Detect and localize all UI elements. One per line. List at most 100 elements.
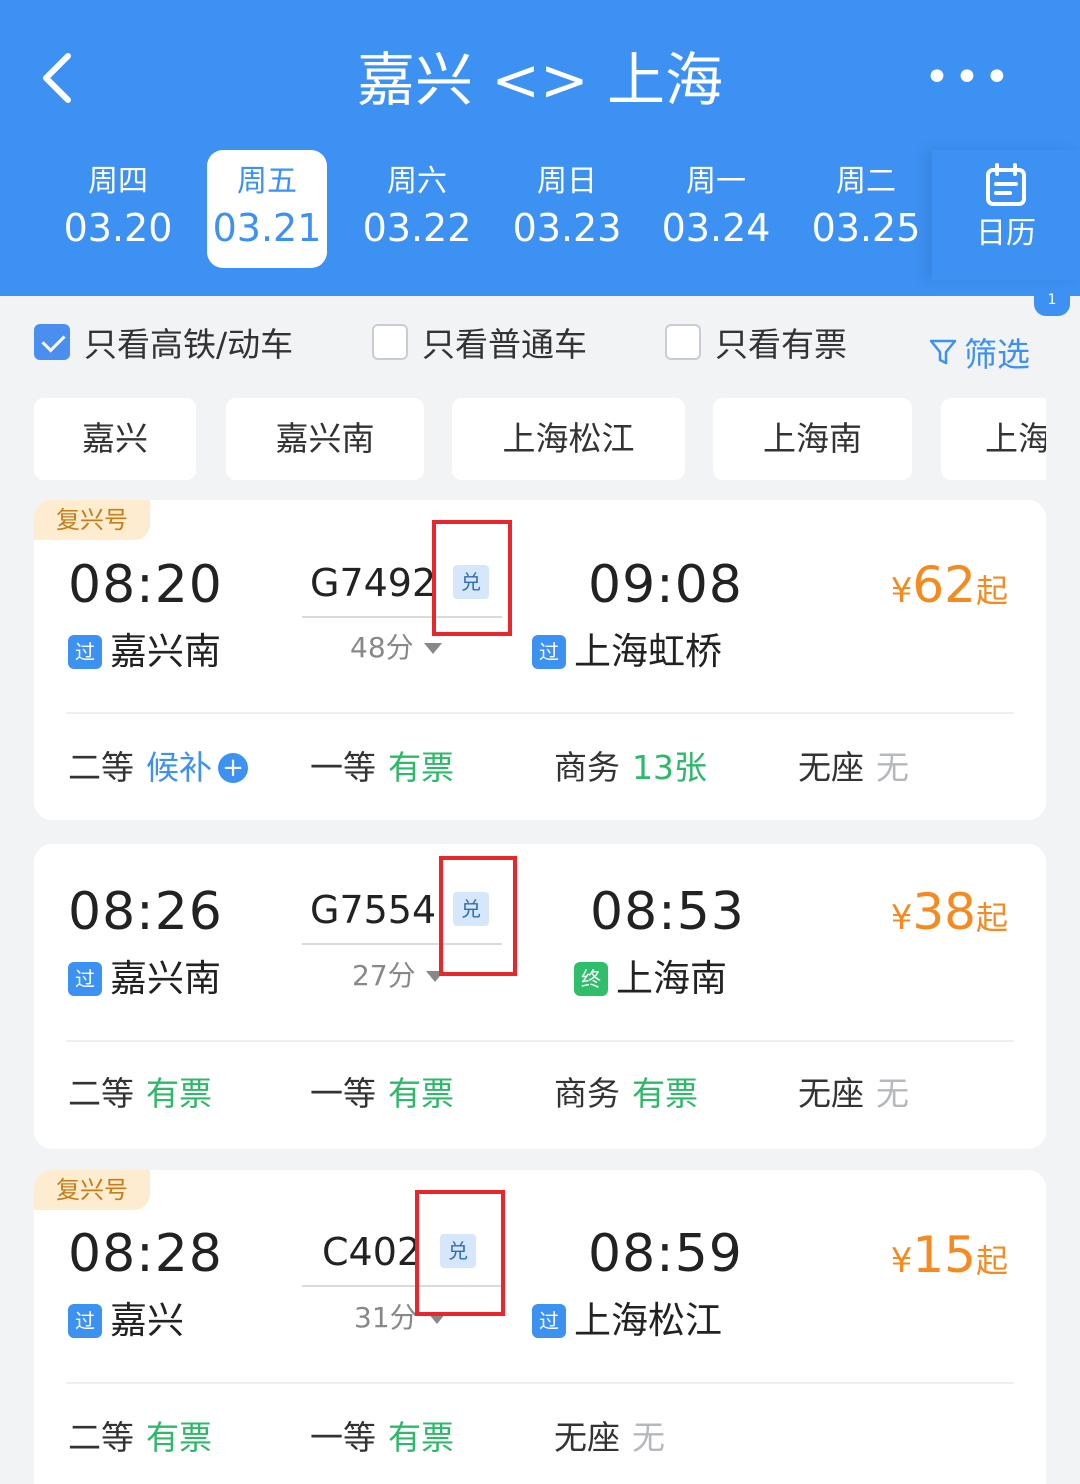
price-value: 62 bbox=[912, 556, 976, 614]
train-tag: 复兴号 bbox=[34, 1170, 150, 1210]
pass-badge: 过 bbox=[68, 962, 102, 996]
price-value: 15 bbox=[912, 1226, 976, 1284]
terminal-badge: 终 bbox=[574, 962, 608, 996]
date-tab-0323[interactable]: 周日 03.23 bbox=[507, 150, 627, 268]
price: ¥ 15 起 bbox=[891, 1226, 1008, 1284]
highlight-box bbox=[439, 856, 517, 976]
pass-badge: 过 bbox=[68, 635, 102, 669]
highlight-box bbox=[415, 1190, 505, 1316]
seat-second-class[interactable]: 二等 候补 + bbox=[68, 748, 248, 788]
pass-badge: 过 bbox=[532, 1304, 566, 1338]
train-card[interactable]: 08:26 过 嘉兴南 G7554 兑 27分 08:53 终 上海南 ¥ 38… bbox=[34, 844, 1046, 1149]
seat-status: 有票 bbox=[388, 1074, 454, 1113]
station-tabs: 嘉兴 嘉兴南 上海松江 上海南 上海 bbox=[34, 398, 1046, 480]
arrive-station: 过 上海松江 bbox=[532, 1297, 722, 1345]
station-tab-jiaxing[interactable]: 嘉兴 bbox=[34, 398, 196, 480]
date-weekday: 周一 bbox=[686, 164, 746, 199]
duration-text: 48分 bbox=[350, 631, 414, 664]
price-suffix: 起 bbox=[975, 572, 1008, 610]
top-header: 嘉兴 <> 上海 ••• 周四 03.20 周五 03.21 周六 03.22 … bbox=[0, 0, 1080, 296]
filter-label: 只看高铁/动车 bbox=[84, 325, 294, 364]
date-tab-0321[interactable]: 周五 03.21 bbox=[207, 150, 327, 268]
seat-no-seat: 无座 无 bbox=[554, 1418, 665, 1458]
seat-business: 商务 13张 bbox=[554, 748, 707, 788]
train-number[interactable]: G7554 bbox=[310, 885, 436, 935]
calendar-icon bbox=[986, 163, 1026, 206]
seat-status: 无 bbox=[876, 748, 909, 787]
seat-first-class: 一等 有票 bbox=[310, 1074, 454, 1114]
duration-toggle[interactable]: 48分 bbox=[350, 630, 442, 666]
more-menu-button[interactable]: ••• bbox=[924, 56, 1010, 100]
date-tab-0320[interactable]: 周四 03.20 bbox=[58, 150, 178, 268]
filter-button[interactable]: 筛选 bbox=[928, 328, 1030, 376]
filter-available[interactable]: 只看有票 bbox=[665, 322, 847, 364]
route-title[interactable]: 嘉兴 <> 上海 bbox=[0, 40, 1080, 120]
station-tab-shanghaisongjiang[interactable]: 上海松江 bbox=[452, 398, 685, 480]
depart-station-name: 嘉兴南 bbox=[110, 957, 221, 1000]
seat-status: 无 bbox=[632, 1418, 665, 1457]
date-value: 03.20 bbox=[63, 206, 173, 250]
add-waitlist-icon[interactable]: + bbox=[218, 753, 248, 783]
price-suffix: 起 bbox=[975, 1242, 1008, 1280]
calendar-button[interactable]: 日历 bbox=[932, 150, 1080, 280]
filter-button-label: 筛选 bbox=[964, 335, 1030, 374]
arrive-station-name: 上海虹桥 bbox=[574, 630, 722, 673]
duration-text: 31分 bbox=[354, 1301, 418, 1334]
arrive-station-name: 上海松江 bbox=[574, 1299, 722, 1342]
currency-symbol: ¥ bbox=[890, 571, 913, 611]
depart-station-name: 嘉兴南 bbox=[110, 630, 221, 673]
currency-symbol: ¥ bbox=[890, 1241, 913, 1281]
train-card[interactable]: 复兴号 08:20 过 嘉兴南 G7492 兑 48分 09:08 过 上海虹桥… bbox=[34, 500, 1046, 820]
station-tab-jiaxingnan[interactable]: 嘉兴南 bbox=[226, 398, 424, 480]
date-tab-0324[interactable]: 周一 03.24 bbox=[656, 150, 776, 268]
filter-label: 只看有票 bbox=[715, 325, 847, 364]
seat-name: 无座 bbox=[554, 1418, 620, 1457]
date-weekday: 周日 bbox=[537, 164, 597, 199]
price: ¥ 38 起 bbox=[891, 883, 1008, 941]
arrive-station-name: 上海南 bbox=[616, 957, 727, 1000]
filter-high-speed[interactable]: 只看高铁/动车 bbox=[34, 322, 293, 364]
seat-status: 候补 bbox=[146, 748, 212, 787]
filter-normal-train[interactable]: 只看普通车 bbox=[372, 322, 587, 364]
filter-label: 只看普通车 bbox=[422, 325, 587, 364]
seat-status: 有票 bbox=[632, 1074, 698, 1113]
seat-name: 一等 bbox=[310, 1074, 376, 1113]
seat-name: 商务 bbox=[554, 1074, 620, 1113]
seat-name: 二等 bbox=[68, 1418, 134, 1457]
seat-status: 无 bbox=[876, 1074, 909, 1113]
pass-badge: 过 bbox=[532, 635, 566, 669]
arrive-time: 08:53 bbox=[590, 882, 745, 942]
seat-first-class: 一等 有票 bbox=[310, 1418, 454, 1458]
station-tab-shanghainan[interactable]: 上海南 bbox=[713, 398, 912, 480]
duration-toggle[interactable]: 27分 bbox=[352, 958, 444, 994]
depart-station: 过 嘉兴南 bbox=[68, 955, 221, 1003]
depart-time: 08:28 bbox=[68, 1224, 223, 1284]
price: ¥ 62 起 bbox=[891, 556, 1008, 614]
date-value: 03.22 bbox=[362, 206, 472, 250]
funnel-icon bbox=[929, 339, 957, 365]
train-number[interactable]: C402 bbox=[322, 1227, 421, 1277]
seat-name: 二等 bbox=[68, 748, 134, 787]
checkbox-checked-icon[interactable] bbox=[34, 324, 70, 360]
highlight-box bbox=[432, 520, 512, 636]
seat-second-class: 二等 有票 bbox=[68, 1418, 212, 1458]
seat-status: 有票 bbox=[146, 1418, 212, 1457]
date-tab-0322[interactable]: 周六 03.22 bbox=[357, 150, 477, 268]
depart-station: 过 嘉兴南 bbox=[68, 628, 221, 676]
date-tab-0325[interactable]: 周二 03.25 bbox=[806, 150, 926, 268]
train-card[interactable]: 复兴号 08:28 过 嘉兴 C402 兑 31分 08:59 过 上海松江 ¥… bbox=[34, 1170, 1046, 1484]
seat-name: 一等 bbox=[310, 1418, 376, 1457]
depart-station-name: 嘉兴 bbox=[110, 1299, 184, 1342]
checkbox-icon[interactable] bbox=[665, 324, 701, 360]
train-tag: 复兴号 bbox=[34, 500, 150, 540]
arrive-time: 09:08 bbox=[588, 555, 743, 615]
station-tab-shanghai[interactable]: 上海 bbox=[941, 398, 1046, 480]
caret-down-icon bbox=[423, 642, 442, 654]
seat-second-class: 二等 有票 bbox=[68, 1074, 212, 1114]
seat-no-seat: 无座 无 bbox=[798, 1074, 909, 1114]
train-number[interactable]: G7492 bbox=[310, 558, 436, 608]
price-suffix: 起 bbox=[975, 899, 1008, 937]
seat-status: 有票 bbox=[146, 1074, 212, 1113]
seat-name: 无座 bbox=[798, 748, 864, 787]
checkbox-icon[interactable] bbox=[372, 324, 408, 360]
